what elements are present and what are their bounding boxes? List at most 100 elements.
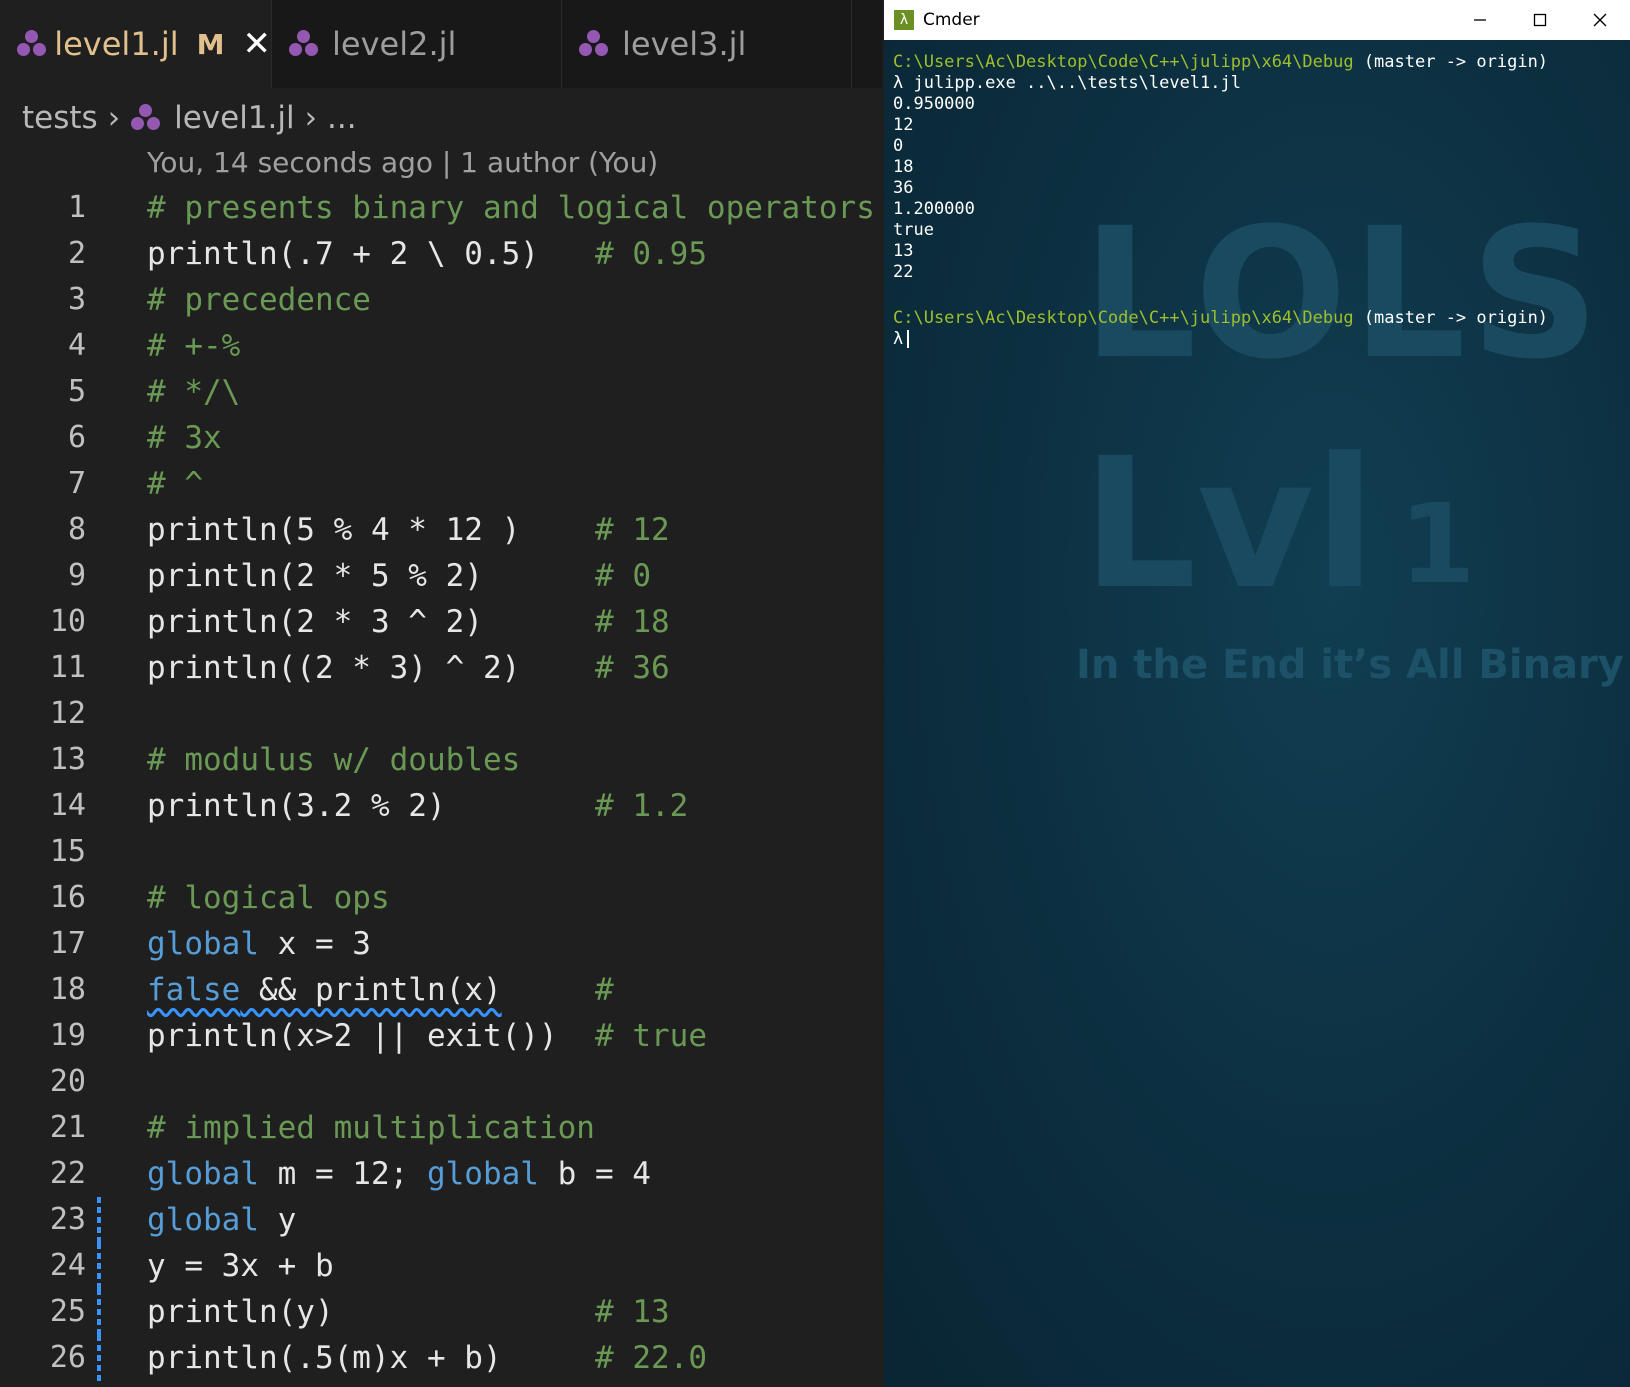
code-text: println(5 % 4 * 12 )	[147, 512, 521, 548]
code-line[interactable]: 17 global x = 3	[0, 921, 882, 967]
line-number: 16	[49, 880, 86, 915]
code-segment: x = 3	[258, 926, 371, 962]
line-number: 3	[67, 282, 86, 317]
line-number: 9	[67, 558, 86, 593]
inline-comment: # 0	[595, 558, 651, 594]
julia-file-icon	[288, 29, 318, 59]
chevron-right-icon: ›	[304, 100, 318, 136]
code-line[interactable]: 9 println(2 * 5 % 2) # 0	[0, 553, 882, 599]
line-number: 19	[49, 1018, 86, 1053]
code-text: # logical ops	[147, 880, 390, 916]
line-number: 25	[49, 1294, 86, 1329]
terminal-output-area[interactable]: LOLS Lvl 1 In the End it’s All Binary C:…	[884, 40, 1630, 1387]
code-text: println(2 * 5 % 2)	[147, 558, 483, 594]
line-number: 15	[49, 834, 86, 869]
code-text: # precedence	[147, 282, 371, 318]
code-line[interactable]: 8 println(5 % 4 * 12 ) # 12	[0, 507, 882, 553]
code-line[interactable]: 5 # */\	[0, 369, 882, 415]
prompt-line: C:\Users\Ac\Desktop\Code\C++\julipp\x64\…	[893, 308, 1548, 329]
julia-file-icon	[578, 29, 608, 59]
code-line[interactable]: 6 # 3x	[0, 415, 882, 461]
code-text: println(.7 + 2 \ 0.5)	[147, 236, 539, 272]
code-text: global m = 12; global b = 4	[147, 1151, 651, 1197]
code-line[interactable]: 11 println((2 * 3) ^ 2) # 36	[0, 645, 882, 691]
code-line[interactable]: 20	[0, 1059, 882, 1105]
minimize-icon[interactable]	[1450, 0, 1510, 40]
close-tab-icon[interactable]: ✕	[243, 27, 272, 61]
code-line[interactable]: 22 global m = 12; global b = 4	[0, 1151, 882, 1197]
keyword: global	[147, 1156, 259, 1192]
output-line: 0	[893, 136, 904, 156]
line-number: 4	[67, 328, 86, 363]
input-line[interactable]: λ	[893, 329, 910, 350]
wallpaper-tagline: In the End it’s All Binary	[1076, 642, 1624, 688]
code-line[interactable]: 15	[0, 829, 882, 875]
code-line[interactable]: 18 false && println(x) #	[0, 967, 882, 1013]
prompt-line: C:\Users\Ac\Desktop\Code\C++\julipp\x64\…	[893, 52, 1548, 73]
breadcrumb-more[interactable]: ...	[327, 100, 357, 136]
git-change-marker[interactable]	[97, 1335, 101, 1381]
code-segment: b = 4	[538, 1156, 651, 1192]
cmder-app-icon: λ	[894, 10, 914, 30]
tab-level3[interactable]: level3.jl	[562, 0, 852, 88]
code-text: global y	[147, 1197, 296, 1243]
code-line[interactable]: 2 println(.7 + 2 \ 0.5) # 0.95	[0, 231, 882, 277]
tab-level1[interactable]: level1.jl M ✕	[0, 0, 272, 88]
inline-comment: # 13	[595, 1294, 670, 1330]
keyword: global	[147, 926, 259, 962]
terminal-window[interactable]: λ Cmder LOLS Lvl 1 In the End it’s All B…	[884, 0, 1630, 1387]
line-number: 21	[49, 1110, 86, 1145]
maximize-icon[interactable]	[1510, 0, 1570, 40]
terminal-titlebar[interactable]: λ Cmder	[884, 0, 1630, 40]
code-line[interactable]: 4 # +-%	[0, 323, 882, 369]
code-line[interactable]: 14 println(3.2 % 2) # 1.2	[0, 783, 882, 829]
window-title: Cmder	[923, 10, 980, 30]
code-line[interactable]: 25 println(y) # 13	[0, 1289, 882, 1335]
prompt-path: C:\Users\Ac\Desktop\Code\C++\julipp\x64\…	[893, 52, 1354, 72]
output-line: 12	[893, 115, 914, 135]
breadcrumb-folder[interactable]: tests	[22, 100, 98, 136]
code-line[interactable]: 10 println(2 * 3 ^ 2) # 18	[0, 599, 882, 645]
git-blame-annotation[interactable]: You, 14 seconds ago | 1 author (You)	[147, 146, 658, 179]
code-segment: m = 12;	[258, 1156, 427, 1192]
code-segment: y	[258, 1202, 297, 1238]
breadcrumb: tests › level1.jl › ...	[22, 96, 357, 140]
julia-file-icon	[16, 29, 46, 59]
code-text: false && println(x)	[147, 967, 502, 1013]
git-change-marker[interactable]	[97, 1243, 101, 1289]
breadcrumb-file[interactable]: level1.jl	[174, 100, 295, 136]
code-line[interactable]: 21 # implied multiplication	[0, 1105, 882, 1151]
code-line[interactable]: 13 # modulus w/ doubles	[0, 737, 882, 783]
code-text: y = 3x + b	[147, 1248, 334, 1284]
code-line[interactable]: 26 println(.5(m)x + b) # 22.0	[0, 1335, 882, 1381]
code-line[interactable]: 12	[0, 691, 882, 737]
code-text: # presents binary and logical operators	[147, 190, 875, 226]
keyword: global	[426, 1156, 539, 1192]
code-editor[interactable]: level1.jl M ✕ level2.jl level3.jl tests …	[0, 0, 882, 1387]
line-number: 5	[67, 374, 86, 409]
line-number: 23	[49, 1202, 86, 1237]
tab-label: level2.jl	[332, 25, 457, 63]
code-text: println(x>2 || exit())	[147, 1018, 558, 1054]
tab-level2[interactable]: level2.jl	[272, 0, 562, 88]
close-icon[interactable]	[1570, 0, 1630, 40]
keyword: false	[147, 972, 241, 1008]
code-line[interactable]: 19 println(x>2 || exit()) # true	[0, 1013, 882, 1059]
line-number: 7	[67, 466, 86, 501]
code-line[interactable]: 7 # ^	[0, 461, 882, 507]
text-cursor	[907, 330, 910, 348]
code-line[interactable]: 1 # presents binary and logical operators	[0, 185, 882, 231]
code-line[interactable]: 16 # logical ops	[0, 875, 882, 921]
line-number: 1	[67, 190, 86, 225]
line-number: 10	[49, 604, 86, 639]
command-line: λ julipp.exe ..\..\tests\level1.jl	[893, 73, 1241, 93]
code-text: println(.5(m)x + b)	[147, 1340, 502, 1376]
code-line[interactable]: 3 # precedence	[0, 277, 882, 323]
git-change-marker[interactable]	[97, 1197, 101, 1243]
code-text: println(2 * 3 ^ 2)	[147, 604, 483, 640]
code-text: println(y)	[147, 1294, 334, 1330]
git-change-marker[interactable]	[97, 1289, 101, 1335]
modified-badge: M	[196, 27, 225, 61]
code-line[interactable]: 23 global y	[0, 1197, 882, 1243]
code-line[interactable]: 24 y = 3x + b	[0, 1243, 882, 1289]
